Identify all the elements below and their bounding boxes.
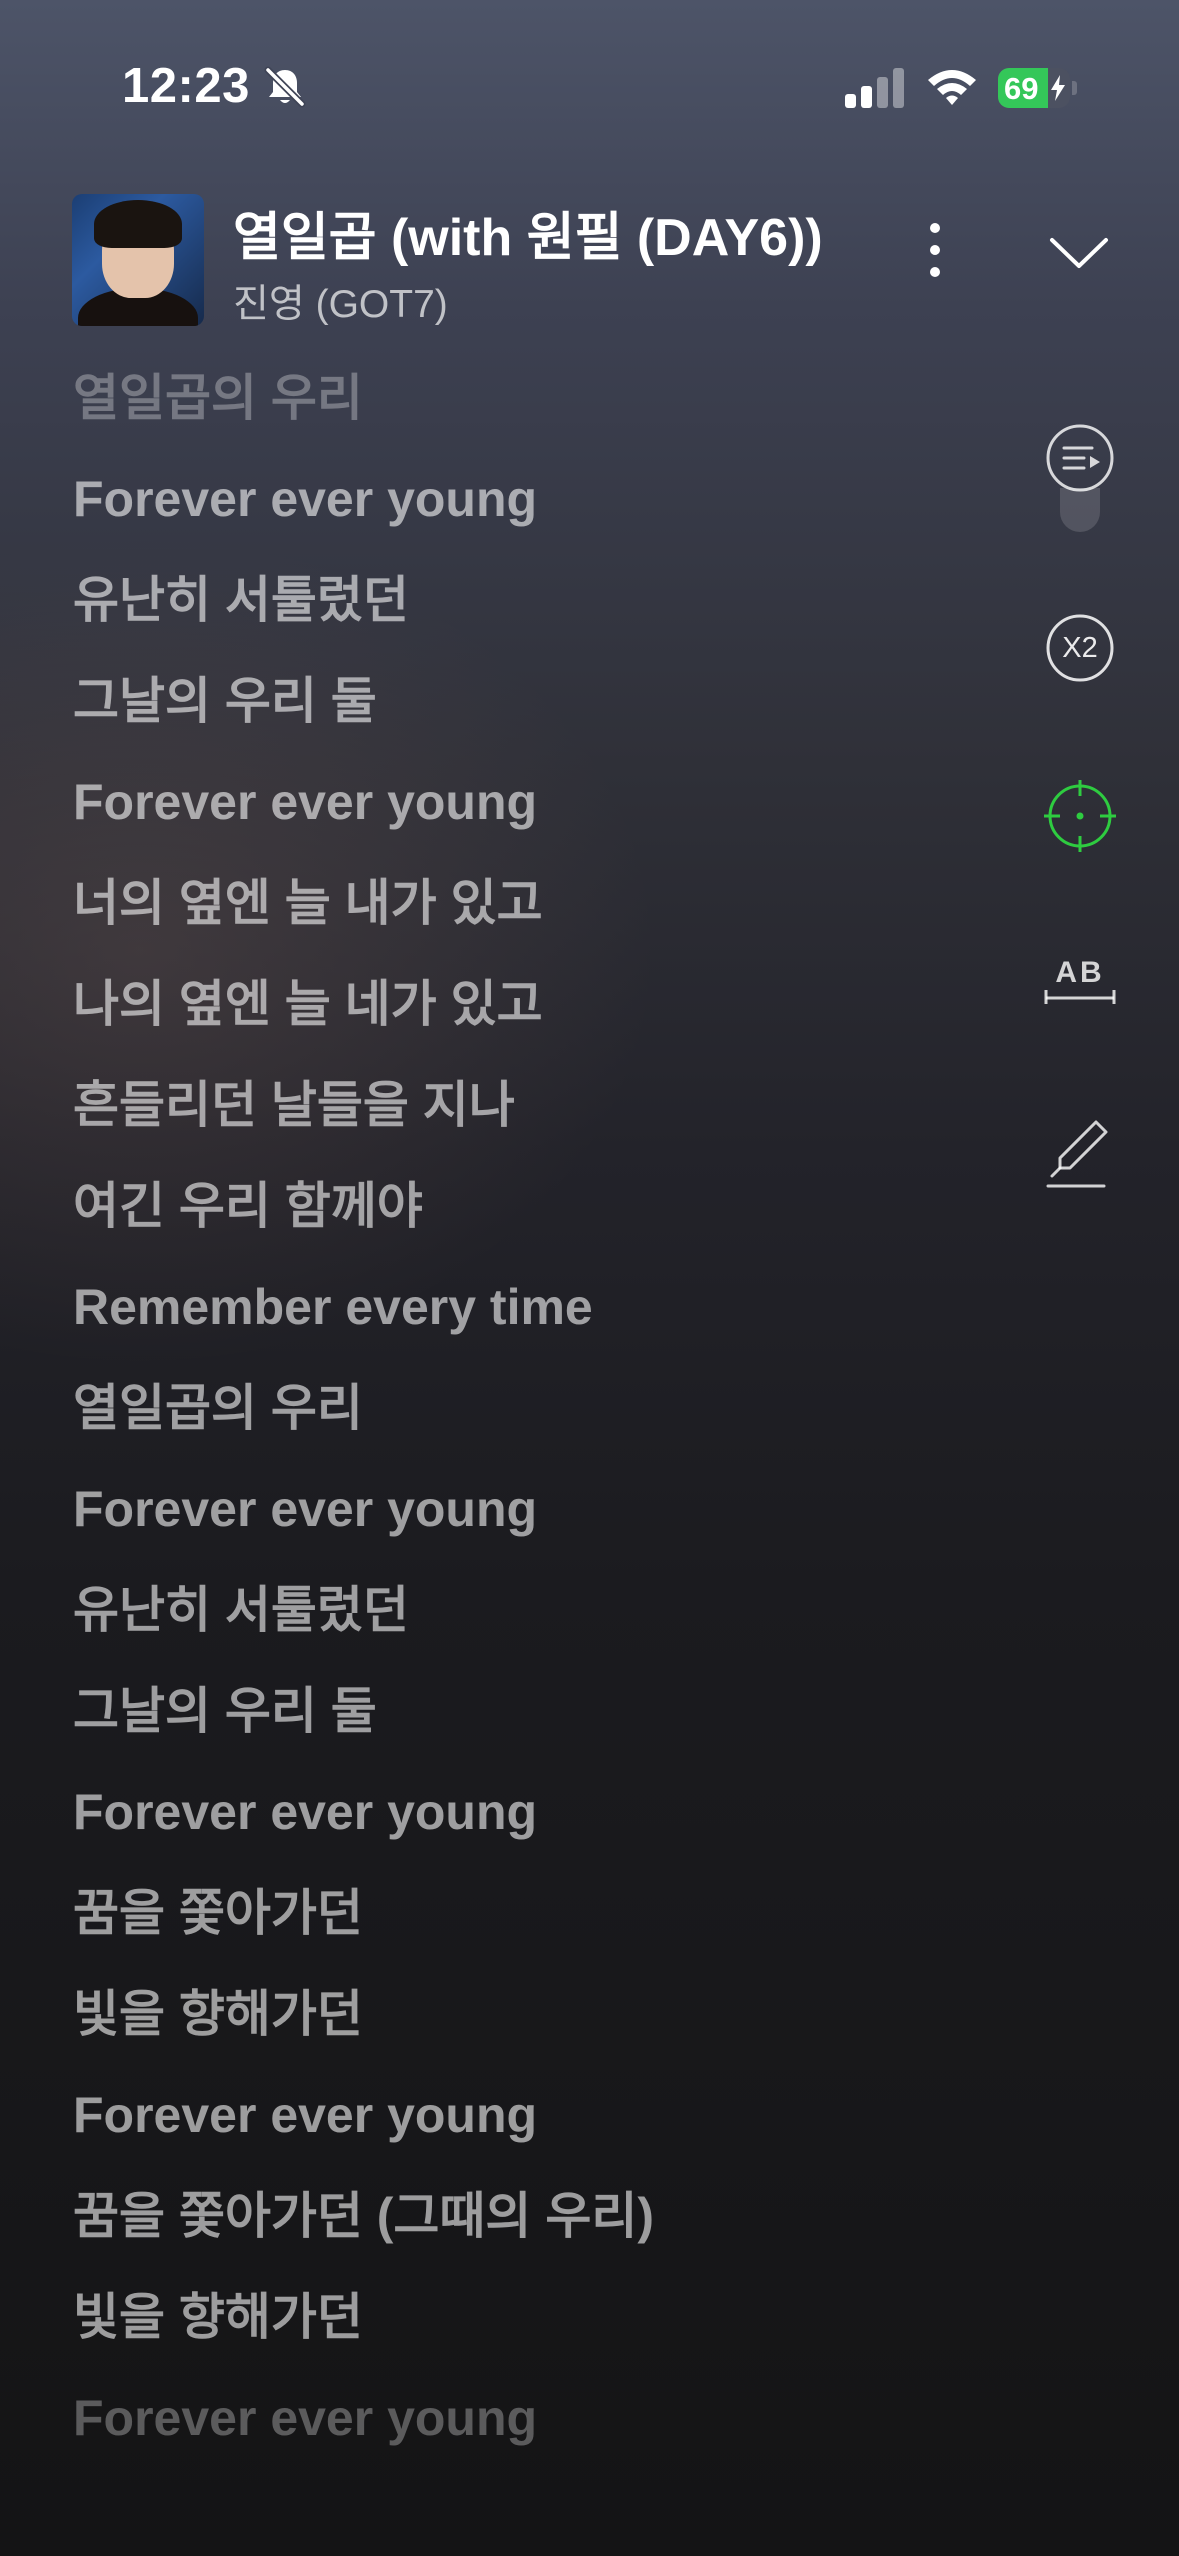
lyric-line[interactable]: 흔들리던 날들을 지나 — [73, 1069, 1023, 1170]
font-size-button[interactable]: X2 — [1040, 608, 1120, 688]
sync-target-icon[interactable] — [1040, 776, 1120, 856]
wifi-icon — [928, 70, 976, 105]
lyric-line[interactable]: 유난히 서툴렀던 — [73, 564, 1023, 665]
status-time: 12:23 — [122, 59, 250, 113]
lyric-line[interactable]: 그날의 우리 둘 — [73, 665, 1023, 766]
lyric-line[interactable]: 너의 옆엔 늘 내가 있고 — [73, 867, 1023, 968]
chevron-down-icon[interactable] — [1044, 222, 1114, 282]
lyric-line[interactable]: 빛을 향해가던 — [73, 2281, 1023, 2382]
battery-level: 69 — [1004, 71, 1039, 106]
lyrics-list[interactable]: 열일곱의 우리 Forever ever young 유난히 서툴렀던 그날의 우리 … — [73, 362, 1023, 2483]
font-size-label: X2 — [1062, 632, 1098, 664]
highlight-pen-icon[interactable] — [1040, 1118, 1120, 1198]
more-vertical-icon[interactable] — [915, 218, 955, 282]
lyric-line[interactable]: Remember every time — [73, 1271, 1023, 1372]
lyric-line[interactable]: Forever ever young — [73, 766, 1023, 867]
lyric-line[interactable]: Forever ever young — [73, 1473, 1023, 1574]
lyric-line[interactable]: 꿈을 쫓아가던 — [73, 1877, 1023, 1978]
translate-button[interactable]: AB — [1040, 946, 1120, 1026]
lyric-line[interactable]: 열일곱의 우리 — [73, 362, 1023, 463]
signal-icon — [845, 68, 904, 108]
lyric-line[interactable]: 열일곱의 우리 — [73, 1372, 1023, 1473]
lyric-line[interactable]: 유난히 서툴렀던 — [73, 1574, 1023, 1675]
bell-off-icon — [264, 66, 306, 108]
lyric-line[interactable]: Forever ever young — [73, 2382, 1023, 2483]
lyric-line[interactable]: Forever ever young — [73, 1776, 1023, 1877]
lyric-line[interactable]: 빛을 향해가던 — [73, 1978, 1023, 2079]
artist-name[interactable]: 진영 (GOT7) — [233, 273, 448, 329]
status-bar: 12:23 69 — [0, 0, 1179, 150]
lyric-line[interactable]: 나의 옆엔 늘 네가 있고 — [73, 968, 1023, 1069]
charging-bolt-icon — [1051, 75, 1065, 101]
battery-indicator: 69 — [998, 68, 1078, 108]
battery-icon: 69 — [998, 68, 1070, 108]
lyric-line[interactable]: Forever ever young — [73, 2079, 1023, 2180]
song-title: 열일곱 (with 원필 (DAY6)) — [233, 209, 823, 267]
lyric-line[interactable]: Forever ever young — [73, 463, 1023, 564]
battery-cap — [1072, 81, 1077, 95]
lyric-line[interactable]: 그날의 우리 둘 — [73, 1675, 1023, 1776]
lyric-line[interactable]: 여긴 우리 함께야 — [73, 1170, 1023, 1271]
playlist-icon[interactable] — [1040, 418, 1120, 498]
translate-icon — [1044, 990, 1116, 1004]
lyric-line[interactable]: 꿈을 쫓아가던 (그때의 우리) — [73, 2180, 1023, 2281]
album-art[interactable] — [72, 194, 204, 326]
